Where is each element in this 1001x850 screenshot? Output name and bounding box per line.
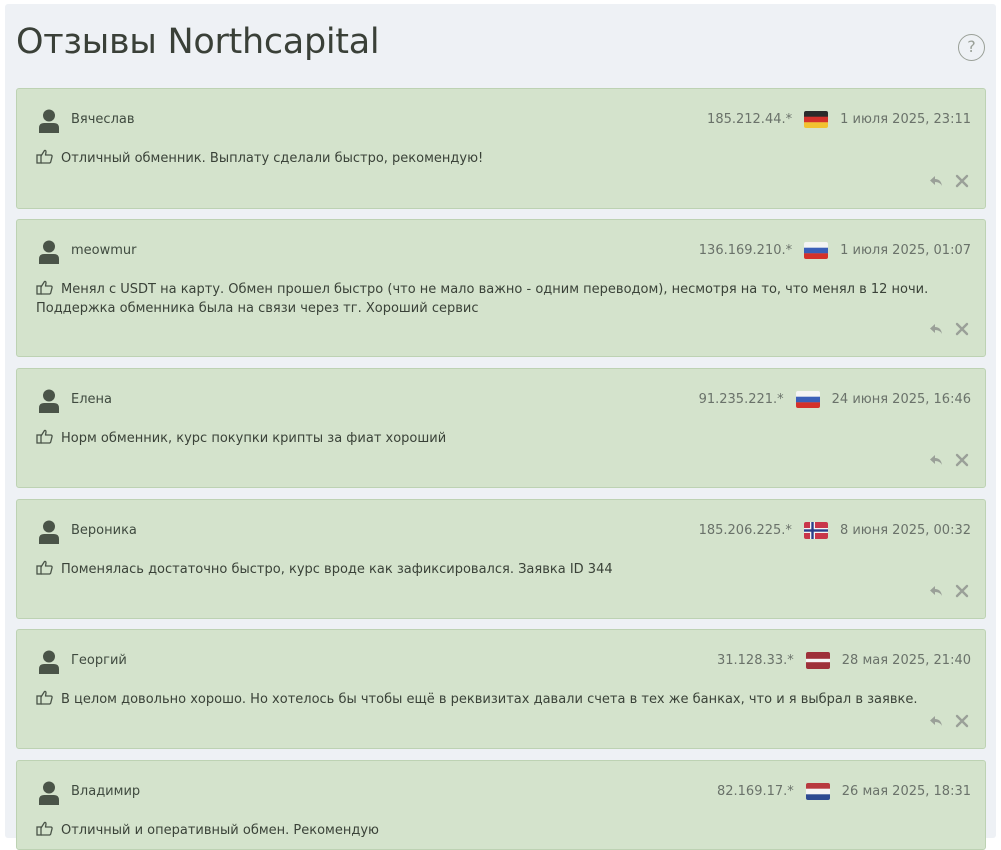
review-author: Елена: [71, 392, 112, 407]
review-body: В целом довольно хорошо. Но хотелось бы …: [36, 690, 966, 709]
review-author: Владимир: [71, 784, 141, 799]
review-text: Поменялась достаточно быстро, курс вроде…: [61, 562, 613, 577]
review-text: В целом довольно хорошо. Но хотелось бы …: [61, 692, 918, 707]
review-date: 8 июня 2025, 00:32: [839, 522, 971, 538]
review-ip: 185.206.225.*: [698, 522, 792, 538]
review-card: Вячеслав 185.212.44.* 1 июля 2025, 23:11…: [16, 88, 986, 209]
latvia-flag-icon: [805, 651, 830, 669]
review-author: Вероника: [71, 523, 137, 538]
delete-icon[interactable]: [955, 714, 969, 728]
thumbs-up-icon: [36, 280, 53, 295]
thumbs-up-icon: [36, 690, 53, 705]
review-actions: [929, 714, 969, 728]
review-author: meowmur: [71, 243, 137, 258]
user-avatar-icon: [39, 520, 59, 544]
review-body: Отличный и оперативный обмен. Рекомендую: [36, 821, 966, 840]
thumbs-up-icon: [36, 560, 53, 575]
reviews-page: Отзывы Northcapital ? Вячеслав 185.212.4…: [5, 4, 996, 850]
page-title: Отзывы Northcapital: [16, 22, 380, 62]
thumbs-up-icon: [36, 821, 53, 836]
review-meta: 82.169.17.* 26 мая 2025, 18:31: [717, 781, 971, 801]
delete-icon[interactable]: [955, 453, 969, 467]
review-card: Вероника 185.206.225.* 8 июня 2025, 00:3…: [16, 499, 986, 619]
germany-flag-icon: [804, 110, 829, 128]
reply-icon[interactable]: [929, 453, 943, 467]
russia-flag-icon: [795, 390, 820, 408]
review-author: Георгий: [71, 653, 127, 668]
review-card: Владимир 82.169.17.* 26 мая 2025, 18:31 …: [16, 760, 986, 850]
review-date: 1 июля 2025, 23:11: [840, 111, 971, 127]
review-ip: 82.169.17.*: [716, 783, 794, 799]
review-date: 1 июля 2025, 01:07: [840, 242, 971, 258]
review-actions: [929, 453, 969, 467]
review-meta: 185.212.44.* 1 июля 2025, 23:11: [707, 109, 971, 129]
thumbs-up-icon: [36, 429, 53, 444]
help-icon[interactable]: ?: [958, 34, 985, 61]
review-meta: 185.206.225.* 8 июня 2025, 00:32: [699, 520, 971, 540]
review-date: 26 мая 2025, 18:31: [841, 783, 971, 799]
review-text: Отличный и оперативный обмен. Рекомендую: [61, 823, 379, 838]
review-date: 24 июня 2025, 16:46: [831, 391, 971, 407]
reply-icon[interactable]: [929, 322, 943, 336]
review-ip: 91.235.221.*: [698, 391, 784, 407]
netherlands-flag-icon: [805, 782, 830, 800]
reply-icon[interactable]: [929, 584, 943, 598]
delete-icon[interactable]: [955, 584, 969, 598]
review-ip: 136.169.210.*: [698, 242, 793, 258]
review-actions: [929, 174, 969, 188]
review-meta: 136.169.210.* 1 июля 2025, 01:07: [699, 240, 971, 260]
user-avatar-icon: [39, 109, 59, 133]
review-date: 28 мая 2025, 21:40: [841, 652, 971, 668]
review-text: Менял с USDT на карту. Обмен прошел быст…: [36, 282, 929, 316]
review-ip: 31.128.33.*: [716, 652, 794, 668]
review-text: Отличный обменник. Выплату сделали быстр…: [61, 151, 484, 166]
delete-icon[interactable]: [955, 174, 969, 188]
review-card: Елена 91.235.221.* 24 июня 2025, 16:46 Н…: [16, 368, 986, 488]
user-avatar-icon: [39, 240, 59, 264]
user-avatar-icon: [39, 781, 59, 805]
delete-icon[interactable]: [955, 322, 969, 336]
review-meta: 31.128.33.* 28 мая 2025, 21:40: [717, 650, 971, 670]
user-avatar-icon: [39, 650, 59, 674]
reply-icon[interactable]: [929, 174, 943, 188]
russia-flag-icon: [804, 241, 829, 259]
review-card: meowmur 136.169.210.* 1 июля 2025, 01:07…: [16, 219, 986, 357]
thumbs-up-icon: [36, 149, 53, 164]
review-ip: 185.212.44.*: [707, 111, 793, 127]
review-actions: [929, 322, 969, 336]
review-meta: 91.235.221.* 24 июня 2025, 16:46: [699, 389, 971, 409]
review-text: Норм обменник, курс покупки крипты за фи…: [61, 431, 447, 446]
user-avatar-icon: [39, 389, 59, 413]
review-author: Вячеслав: [71, 112, 135, 127]
review-actions: [929, 584, 969, 598]
review-body: Норм обменник, курс покупки крипты за фи…: [36, 429, 966, 448]
review-body: Менял с USDT на карту. Обмен прошел быст…: [36, 280, 966, 318]
review-body: Отличный обменник. Выплату сделали быстр…: [36, 149, 966, 168]
review-card: Георгий 31.128.33.* 28 мая 2025, 21:40 В…: [16, 629, 986, 749]
reply-icon[interactable]: [929, 714, 943, 728]
review-body: Поменялась достаточно быстро, курс вроде…: [36, 560, 966, 579]
norway-flag-icon: [803, 521, 828, 539]
